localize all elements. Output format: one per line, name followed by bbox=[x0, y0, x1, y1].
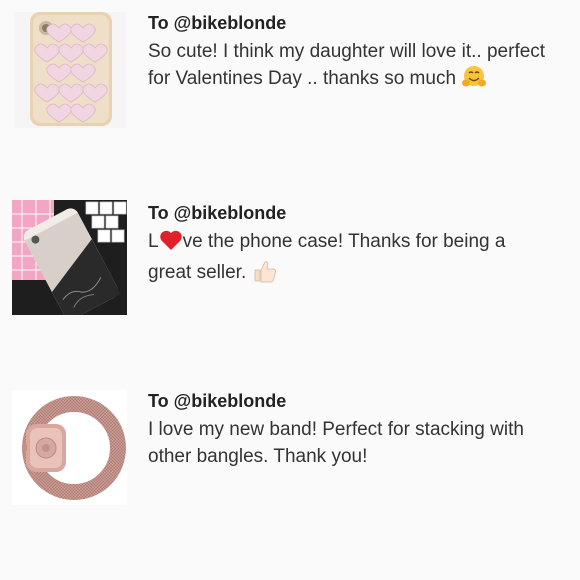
review-body-line: I love my new band! Perfect for stacking… bbox=[148, 419, 524, 440]
review-body-line: great seller. bbox=[148, 259, 568, 291]
review-recipient[interactable]: To @bikeblonde bbox=[148, 202, 568, 224]
review-body-text: L bbox=[148, 231, 159, 252]
review-body-line: Lve the phone case! Thanks for being a bbox=[148, 228, 568, 259]
red-heart-icon bbox=[159, 229, 183, 259]
milanese-watch-band-image[interactable] bbox=[12, 390, 127, 505]
hugging-face-icon bbox=[461, 65, 487, 97]
marble-phone-case-image[interactable] bbox=[12, 200, 127, 315]
review-recipient[interactable]: To @bikeblonde bbox=[148, 12, 568, 34]
review-body-text: for Valentines Day .. thanks so much bbox=[148, 68, 457, 89]
review-item: To @bikeblonde Lve the phone case! Thank… bbox=[0, 190, 580, 370]
review-body-line: other bangles. Thank you! bbox=[148, 446, 368, 467]
review-text: To @bikeblonde I love my new band! Perfe… bbox=[148, 390, 568, 470]
review-body-text: great seller. bbox=[148, 262, 247, 283]
marble-phone-case-illustration bbox=[12, 200, 127, 315]
watch-band-illustration bbox=[22, 396, 126, 500]
heart-phone-case-illustration bbox=[30, 12, 112, 126]
review-item: To @bikeblonde I love my new band! Perfe… bbox=[0, 378, 580, 568]
heart-phone-case-image[interactable] bbox=[14, 12, 126, 128]
thumbs-up-icon bbox=[252, 259, 278, 291]
review-body-line: for Valentines Day .. thanks so much bbox=[148, 65, 568, 97]
review-body-text: ve the phone case! Thanks for being a bbox=[182, 231, 506, 252]
review-body-line: So cute! I think my daughter will love i… bbox=[148, 41, 546, 62]
review-text: To @bikeblonde Lve the phone case! Thank… bbox=[148, 202, 568, 291]
review-item: To @bikeblonde So cute! I think my daugh… bbox=[0, 0, 580, 180]
review-recipient[interactable]: To @bikeblonde bbox=[148, 390, 568, 412]
review-text: To @bikeblonde So cute! I think my daugh… bbox=[148, 12, 568, 97]
